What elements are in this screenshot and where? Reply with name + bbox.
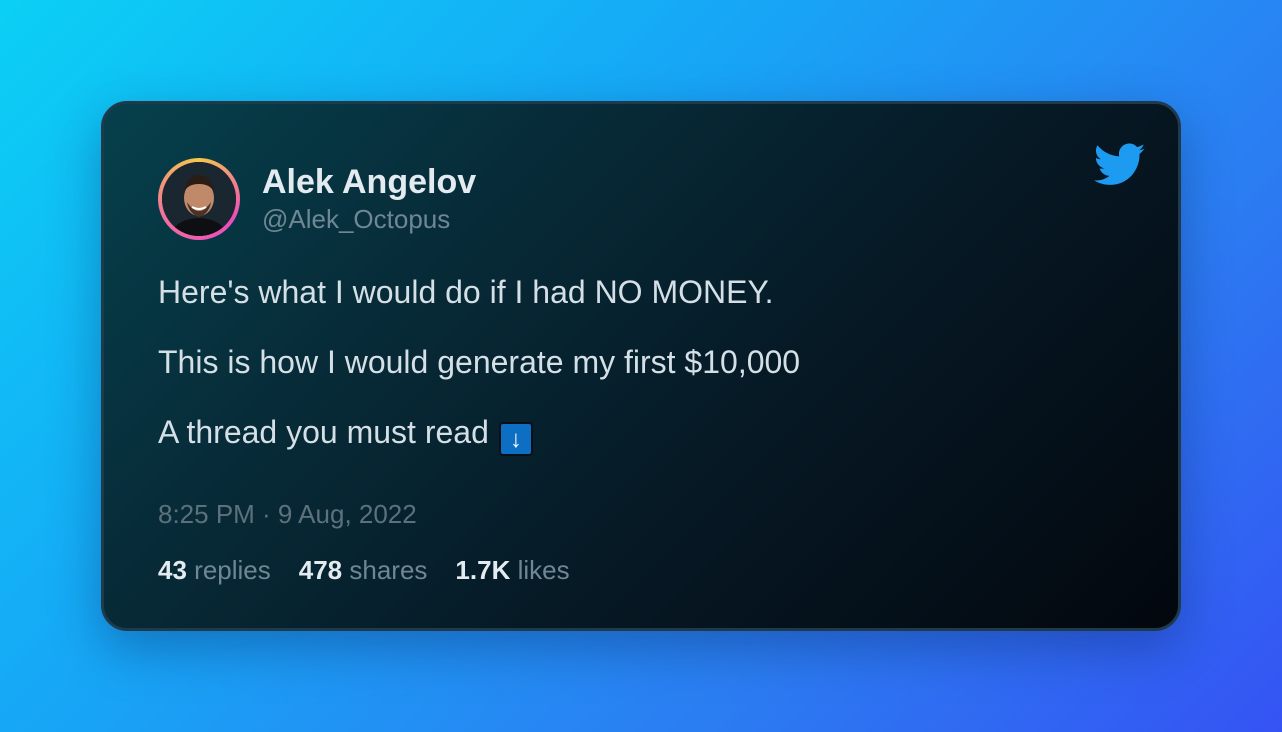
replies-count: 43 (158, 555, 187, 585)
tweet-card: Alek Angelov @Alek_Octopus Here's what I… (101, 101, 1181, 631)
shares-count: 478 (298, 555, 343, 585)
tweet-stats: 43 replies 478 shares 1.7K likes (158, 553, 598, 587)
replies-stat[interactable]: 43 replies (158, 553, 271, 587)
author-name[interactable]: Alek Angelov (262, 162, 476, 202)
author-identity: Alek Angelov @Alek_Octopus (262, 162, 476, 236)
tweet-timestamp[interactable]: 8:25 PM · 9 Aug, 2022 (158, 497, 417, 531)
shares-stat[interactable]: 478 shares (299, 553, 428, 587)
likes-stat[interactable]: 1.7K likes (455, 553, 569, 587)
avatar[interactable] (158, 158, 240, 240)
likes-count: 1.7K (455, 555, 511, 585)
avatar-photo (162, 162, 236, 236)
tweet-line-1: Here's what I would do if I had NO MONEY… (158, 274, 774, 310)
tweet-line-3: A thread you must read ↓ (158, 412, 800, 456)
likes-label: likes (517, 555, 570, 585)
tweet-line-3-text: A thread you must read (158, 414, 489, 450)
replies-label: replies (194, 555, 271, 585)
tweet-header: Alek Angelov @Alek_Octopus (158, 158, 476, 240)
twitter-bird-icon (1094, 143, 1146, 185)
tweet-line-2: This is how I would generate my first $1… (158, 344, 801, 380)
author-handle[interactable]: @Alek_Octopus (262, 202, 476, 236)
shares-label: shares (349, 555, 428, 585)
tweet-body: Here's what I would do if I had NO MONEY… (158, 272, 800, 486)
down-arrow-icon: ↓ (498, 422, 533, 456)
